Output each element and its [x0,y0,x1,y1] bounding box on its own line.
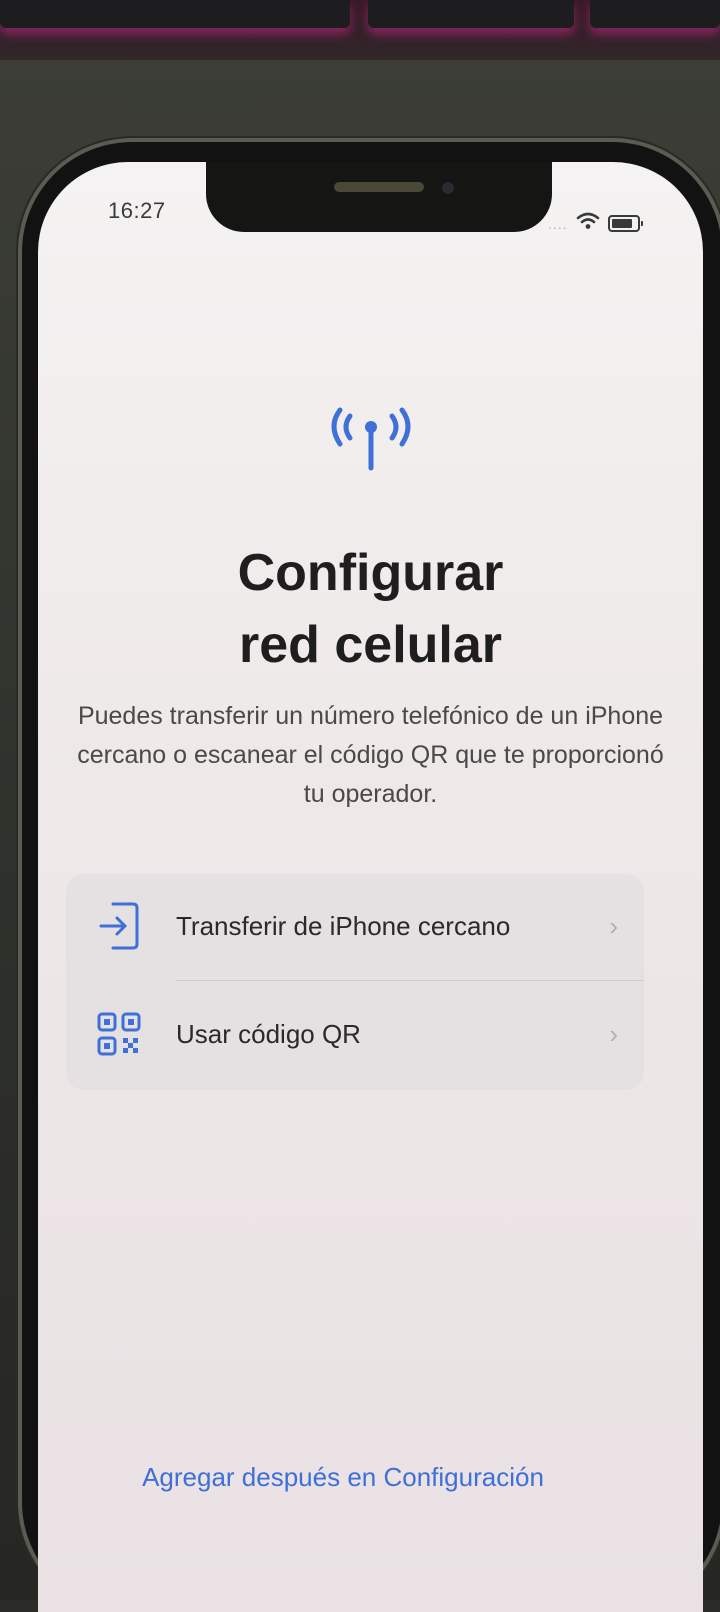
title-line-2: red celular [238,616,503,674]
speaker-grille [334,182,424,192]
antenna-icon [326,400,416,472]
battery-icon [607,215,643,232]
title-line-1: Configurar [237,544,504,602]
page-description: Puedes transferir un número telefónico d… [77,702,664,808]
wifi-icon [576,212,600,235]
option-label: Usar código QR [176,1018,361,1049]
keyboard-key [368,0,574,28]
qr-code-icon [96,1006,142,1062]
status-icons: .... [548,212,643,235]
chevron-right-icon: › [609,1018,618,1049]
front-camera [442,182,454,194]
signal-dots: .... [548,215,568,232]
option-label: Transferir de iPhone cercano [176,910,511,941]
phone-screen: 16:27 .... Configurar red celular Puedes… [38,162,703,1612]
options-list: Transferir de iPhone cercano › Usar códi… [66,874,644,1090]
add-later-in-settings-link[interactable]: Agregar después en Configuración [38,1462,648,1493]
notch [206,162,552,232]
keyboard-key [0,0,350,28]
divider [176,980,644,981]
option-use-qr-code[interactable]: Usar código QR › [66,982,644,1086]
status-time: 16:27 [108,198,166,223]
transfer-icon [96,898,142,954]
page-title: Configurar red celular [38,537,703,681]
chevron-right-icon: › [609,910,618,941]
keyboard-key [590,0,720,28]
option-transfer-from-iphone[interactable]: Transferir de iPhone cercano › [66,874,644,978]
